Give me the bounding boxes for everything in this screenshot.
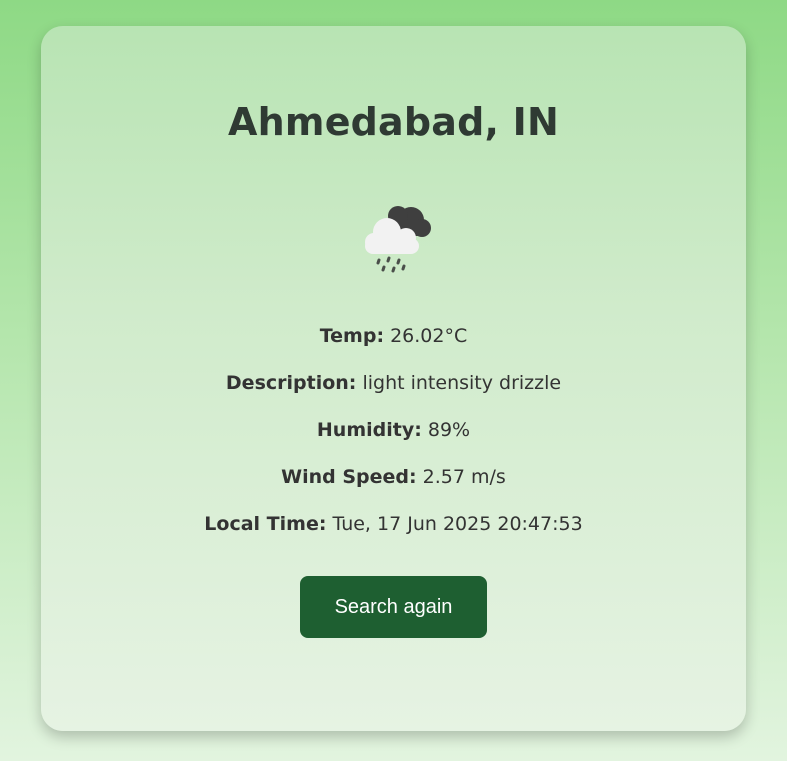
- humidity-value: 89%: [427, 419, 471, 441]
- search-again-button[interactable]: Search again: [300, 576, 487, 638]
- city-title: Ahmedabad, IN: [228, 100, 559, 144]
- local-time-row: Local Time: Tue, 17 Jun 2025 20:47:53: [41, 513, 746, 535]
- humidity-label: Humidity:: [316, 419, 422, 441]
- weather-card: Ahmedabad, IN Temp: 26.02°C Description:…: [41, 26, 746, 731]
- temp-label: Temp:: [319, 325, 385, 347]
- wind-speed-label: Wind Speed:: [281, 466, 417, 488]
- local-time-label: Local Time:: [204, 513, 327, 535]
- description-row: Description: light intensity drizzle: [41, 372, 746, 394]
- humidity-row: Humidity: 89%: [41, 419, 746, 441]
- temp-row: Temp: 26.02°C: [41, 325, 746, 347]
- local-time-value: Tue, 17 Jun 2025 20:47:53: [332, 513, 583, 535]
- temp-value: 26.02°C: [390, 325, 468, 347]
- wind-speed-row: Wind Speed: 2.57 m/s: [41, 466, 746, 488]
- wind-speed-value: 2.57 m/s: [422, 466, 506, 488]
- description-value: light intensity drizzle: [362, 372, 562, 394]
- description-label: Description:: [225, 372, 357, 394]
- light-rain-cloud-icon: [351, 194, 441, 274]
